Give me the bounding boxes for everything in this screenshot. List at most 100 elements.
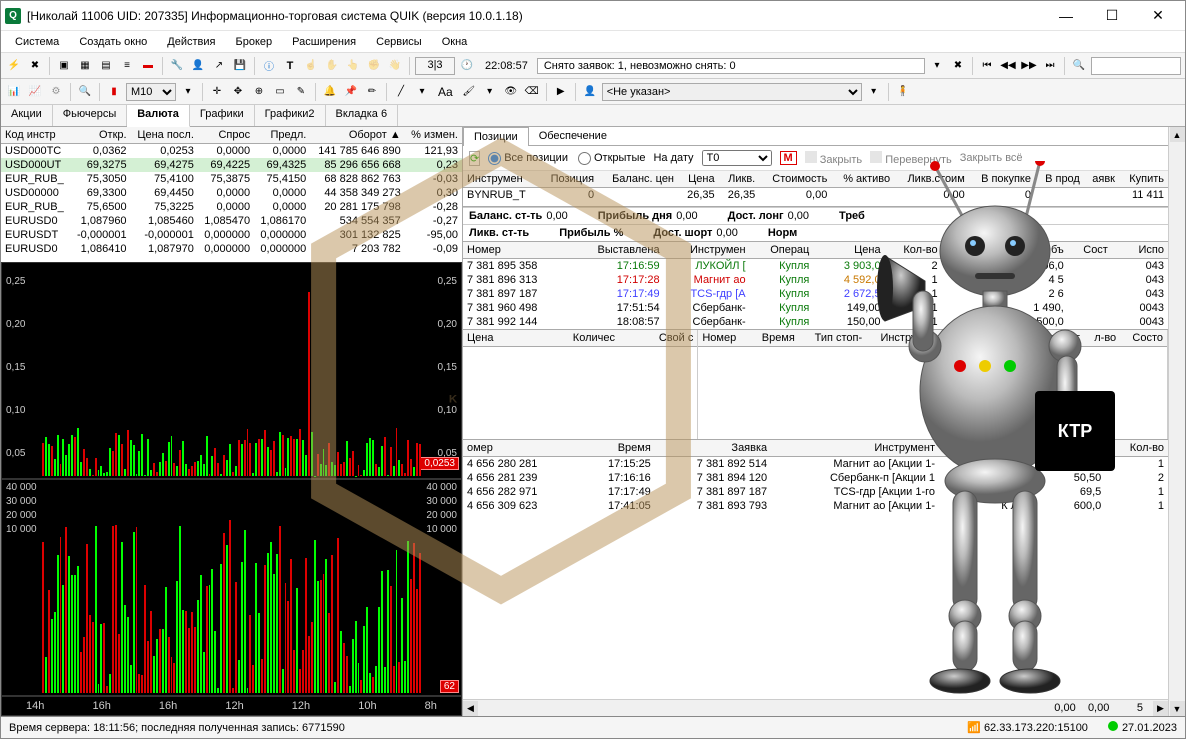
tab-charts2[interactable]: Графики2	[255, 105, 326, 126]
drop-icon[interactable]: ▾	[179, 83, 197, 101]
tab-stocks[interactable]: Акции	[1, 105, 53, 126]
person-icon[interactable]: 🧍	[894, 83, 912, 101]
chart-area[interactable]: 0,25 0,25 0,20 0,20 0,15 0,15 0,10 0,10 …	[1, 262, 462, 716]
subtab-collateral[interactable]: Обеспечение	[529, 127, 617, 145]
info-icon[interactable]: ⓘ	[260, 57, 278, 75]
first-icon[interactable]: ⏮	[978, 57, 996, 75]
menu-windows[interactable]: Окна	[434, 34, 476, 50]
quotes-header[interactable]: Оборот ▲	[310, 127, 404, 144]
timeframe-select[interactable]: M10	[126, 83, 176, 101]
quote-row[interactable]: EURUSDT-0,000001-0,0000010,0000000,00000…	[1, 228, 462, 242]
scroll-left-icon[interactable]: ◀	[463, 701, 478, 716]
chevron-down-icon[interactable]: ▾	[928, 57, 946, 75]
target-icon[interactable]: ⊕	[250, 83, 268, 101]
pin-icon[interactable]: 📌	[342, 83, 360, 101]
deals-scrollbar-h[interactable]: ◀ 0,00 0,00 5 ▶	[463, 699, 1168, 716]
list-icon[interactable]: ≡	[118, 57, 136, 75]
user-icon[interactable]: 👤	[581, 83, 599, 101]
quote-row[interactable]: EURUSD01,0864101,0879700,0000000,0000007…	[1, 242, 462, 256]
menu-services[interactable]: Сервисы	[368, 34, 430, 50]
deal-row[interactable]: 4 656 309 62317:41:057 381 893 793Магнит…	[463, 499, 1168, 513]
save-icon[interactable]: 💾	[231, 57, 249, 75]
tab-charts[interactable]: Графики	[190, 105, 255, 126]
deal-row[interactable]: 4 656 280 28117:15:257 381 892 514Магнит…	[463, 457, 1168, 472]
deal-row[interactable]: 4 656 281 23917:16:167 381 894 120Сберба…	[463, 471, 1168, 485]
grid-icon[interactable]: ▤	[97, 57, 115, 75]
filter-select[interactable]: <Не указан>	[602, 83, 862, 101]
chart-icon[interactable]: ▬	[139, 57, 157, 75]
run-icon[interactable]: ▶	[552, 83, 570, 101]
date-select[interactable]: T0	[702, 150, 772, 166]
right-scrollbar-v[interactable]: ▲ ▼	[1168, 127, 1185, 716]
quote-row[interactable]: EUR_RUB_75,305075,410075,387575,415068 8…	[1, 172, 462, 186]
line-icon[interactable]: ╱	[392, 83, 410, 101]
hand-icon-4[interactable]: ✊	[365, 57, 383, 75]
scroll-right-icon[interactable]: ▶	[1153, 701, 1168, 716]
quotes-header[interactable]: Спрос	[198, 127, 254, 144]
close-button[interactable]: ✕	[1135, 1, 1181, 31]
rect-icon[interactable]: ▭	[271, 83, 289, 101]
refresh-icon[interactable]: ⟳	[469, 151, 480, 166]
menu-extensions[interactable]: Расширения	[284, 34, 364, 50]
hand-icon-5[interactable]: 👋	[386, 57, 404, 75]
tool-2-icon[interactable]: 📈	[26, 83, 44, 101]
btn-reverse[interactable]: Перевернуть	[885, 154, 952, 166]
bell-icon[interactable]: 🔔	[321, 83, 339, 101]
admin-icon[interactable]: 👤	[189, 57, 207, 75]
tab-futures[interactable]: Фьючерсы	[53, 105, 127, 126]
brush2-icon[interactable]: ▾	[481, 83, 499, 101]
quotes-header[interactable]: Цена посл.	[131, 127, 198, 144]
radio-all-positions[interactable]: Все позиции	[488, 152, 568, 165]
menu-create-window[interactable]: Создать окно	[71, 34, 155, 50]
tab-currency[interactable]: Валюта	[127, 105, 190, 127]
last-icon[interactable]: ⏭	[1041, 57, 1059, 75]
position-row[interactable]: BYNRUB_T026,3526,350,000,00011 411	[463, 188, 1168, 203]
quote-row[interactable]: EURUSD01,0879601,0854601,0854701,0861705…	[1, 214, 462, 228]
price-chart[interactable]: 0,25 0,25 0,20 0,20 0,15 0,15 0,10 0,10 …	[1, 262, 462, 479]
wrench-icon[interactable]: 🔧	[168, 57, 186, 75]
move-icon[interactable]: ✥	[229, 83, 247, 101]
quotes-header[interactable]: Предл.	[254, 127, 310, 144]
order-row[interactable]: 7 381 895 35817:16:59ЛУКОЙЛ [Купля3 903,…	[463, 259, 1168, 274]
eye-icon[interactable]: 👁	[502, 83, 520, 101]
minimize-button[interactable]: —	[1043, 1, 1089, 31]
order-row[interactable]: 7 381 992 14418:08:57Сбербанк-Купля150,0…	[463, 315, 1168, 329]
quote-row[interactable]: USD000TC0,03620,02530,00000,0000141 785 …	[1, 144, 462, 159]
menu-actions[interactable]: Действия	[159, 34, 223, 50]
text-icon[interactable]: T	[281, 57, 299, 75]
hand-up-icon[interactable]: ☝	[302, 57, 320, 75]
prev-icon[interactable]: ◀◀	[999, 57, 1017, 75]
btn-close-all[interactable]: Закрыть всё	[960, 152, 1023, 164]
quotes-header[interactable]: Откр.	[71, 127, 131, 144]
zoom-icon[interactable]: 🔍	[76, 83, 94, 101]
quotes-header[interactable]: % измен.	[405, 127, 462, 144]
quotes-header[interactable]: Код инстр	[1, 127, 71, 144]
brush-icon[interactable]: 🖌	[460, 83, 478, 101]
menu-broker[interactable]: Брокер	[228, 34, 281, 50]
order-row[interactable]: 7 381 896 31317:17:28Магнит аоКупля4 592…	[463, 273, 1168, 287]
tool-3-icon[interactable]: ⚙	[47, 83, 65, 101]
delete-icon[interactable]: ✖	[949, 57, 967, 75]
order-row[interactable]: 7 381 960 49817:51:54Сбербанк-Купля149,0…	[463, 301, 1168, 315]
filter-drop-icon[interactable]: ▾	[865, 83, 883, 101]
btn-close[interactable]: Закрыть	[820, 154, 862, 166]
disconnect-icon[interactable]: ✖	[26, 57, 44, 75]
hand-icon-3[interactable]: 👆	[344, 57, 362, 75]
order-row[interactable]: 7 381 897 18717:17:49TCS-гдр [АКупля2 67…	[463, 287, 1168, 301]
tool-1-icon[interactable]: 📊	[5, 83, 23, 101]
quote-row[interactable]: EUR_RUB_75,650075,32250,00000,000020 281…	[1, 200, 462, 214]
cross-icon[interactable]: ✛	[208, 83, 226, 101]
subtab-positions[interactable]: Позиции	[463, 127, 529, 146]
search-input[interactable]	[1091, 57, 1181, 75]
candle-icon[interactable]: ▮	[105, 83, 123, 101]
connect-icon[interactable]: ⚡	[5, 57, 23, 75]
radio-open-positions[interactable]: Открытые	[578, 152, 646, 165]
new-icon[interactable]: ▣	[55, 57, 73, 75]
pencil-icon[interactable]: ✏	[363, 83, 381, 101]
eraser-icon[interactable]: ⌫	[523, 83, 541, 101]
line2-icon[interactable]: ▾	[413, 83, 431, 101]
scroll-up-icon[interactable]: ▲	[1170, 127, 1185, 142]
deal-row[interactable]: 4 656 282 97117:17:497 381 897 187TCS-гд…	[463, 485, 1168, 499]
table-icon[interactable]: ▦	[76, 57, 94, 75]
next-icon[interactable]: ▶▶	[1020, 57, 1038, 75]
